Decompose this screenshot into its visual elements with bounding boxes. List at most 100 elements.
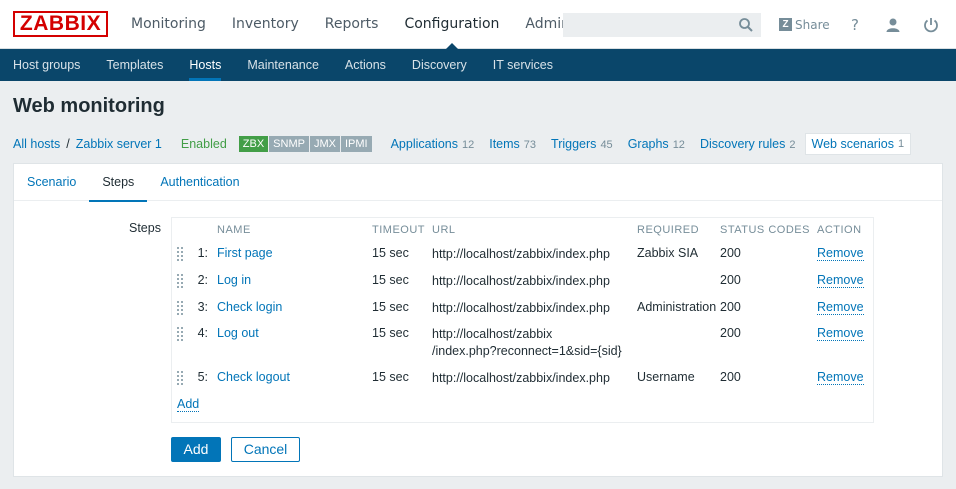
step-url: http://localhost/zabbix /index.php?recon…	[432, 326, 632, 360]
drag-handle-icon[interactable]	[176, 326, 184, 344]
sub-nav: Host groups Templates Hosts Maintenance …	[0, 49, 956, 81]
main-nav-configuration[interactable]: Configuration	[391, 0, 512, 49]
step-timeout: 15 sec	[372, 246, 409, 260]
column-header-required: REQUIRED	[637, 224, 700, 236]
breadcrumb-all-hosts[interactable]: All hosts	[13, 137, 60, 151]
step-timeout: 15 sec	[372, 273, 409, 287]
main-nav-monitoring[interactable]: Monitoring	[118, 0, 219, 49]
remove-step-button[interactable]: Remove	[817, 370, 864, 385]
web-scenarios-count: 1	[897, 138, 905, 150]
add-step-link[interactable]: Add	[177, 397, 200, 412]
share-label: Share	[795, 17, 830, 32]
step-url-line: http://localhost/zabbix/index.php	[432, 274, 610, 288]
snmp-badge: SNMP	[269, 136, 309, 152]
main-nav-reports[interactable]: Reports	[312, 0, 392, 49]
drag-handle-icon[interactable]	[176, 273, 184, 291]
drag-handle-icon[interactable]	[176, 300, 184, 318]
share-link[interactable]: Z Share	[779, 0, 830, 49]
sub-nav-templates[interactable]: Templates	[93, 49, 176, 81]
step-timeout: 15 sec	[372, 300, 409, 314]
step-number: 1:	[197, 246, 208, 260]
sub-nav-actions[interactable]: Actions	[332, 49, 399, 81]
column-header-status-codes: STATUS CODES	[720, 224, 810, 236]
steps-table: NAME TIMEOUT URL REQUIRED STATUS CODES A…	[171, 217, 874, 423]
tab-scenario[interactable]: Scenario	[14, 164, 89, 201]
step-url-line: /index.php?reconnect=1&sid={sid}	[432, 344, 622, 358]
profile-button[interactable]	[884, 0, 902, 49]
main-nav: Monitoring Inventory Reports Configurati…	[118, 0, 563, 49]
sub-nav-hosts[interactable]: Hosts	[176, 49, 234, 81]
triggers-link[interactable]: Triggers	[551, 137, 596, 151]
form-tabs: Scenario Steps Authentication	[14, 164, 942, 202]
step-name-link[interactable]: Log in	[217, 273, 251, 287]
drag-handle-icon[interactable]	[176, 246, 184, 264]
step-timeout: 15 sec	[372, 326, 409, 340]
add-button[interactable]: Add	[171, 437, 221, 462]
host-nav-discovery-rules[interactable]: Discovery rules 2	[700, 137, 796, 151]
discovery-rules-link[interactable]: Discovery rules	[700, 137, 785, 151]
sub-nav-discovery[interactable]: Discovery	[399, 49, 480, 81]
triggers-count: 45	[600, 139, 613, 151]
step-name-link[interactable]: Check logout	[217, 370, 290, 384]
remove-step-button[interactable]: Remove	[817, 326, 864, 341]
step-name-link[interactable]: Check login	[217, 300, 282, 314]
tab-steps[interactable]: Steps	[89, 164, 148, 202]
ipmi-badge: IPMI	[340, 136, 372, 152]
step-url-line: http://localhost/zabbix/index.php	[432, 301, 610, 315]
zabbix-logo[interactable]: ZABBIX	[13, 11, 108, 37]
step-url: http://localhost/zabbix/index.php	[432, 246, 632, 263]
remove-step-button[interactable]: Remove	[817, 300, 864, 315]
web-scenario-form: Scenario Steps Authentication Steps NAME…	[13, 163, 943, 477]
sub-nav-it-services[interactable]: IT services	[480, 49, 566, 81]
web-scenarios-link[interactable]: Web scenarios	[812, 137, 894, 151]
column-header-action: ACTION	[817, 224, 862, 236]
step-url: http://localhost/zabbix/index.php	[432, 370, 632, 387]
help-button[interactable]: ?	[846, 0, 864, 49]
cancel-button[interactable]: Cancel	[231, 437, 300, 462]
main-nav-inventory[interactable]: Inventory	[219, 0, 312, 49]
remove-step-button[interactable]: Remove	[817, 246, 864, 261]
jmx-badge: JMX	[309, 136, 340, 152]
step-status-codes: 200	[720, 246, 741, 260]
step-status-codes: 200	[720, 326, 741, 340]
step-number: 3:	[197, 300, 208, 314]
tab-authentication[interactable]: Authentication	[147, 164, 252, 201]
step-name-link[interactable]: First page	[217, 246, 273, 260]
host-nav-applications[interactable]: Applications 12	[391, 137, 475, 151]
step-url: http://localhost/zabbix/index.php	[432, 300, 632, 317]
host-nav-web-scenarios[interactable]: Web scenarios 1	[804, 133, 912, 155]
sub-nav-host-groups[interactable]: Host groups	[0, 49, 93, 81]
graphs-count: 12	[672, 139, 685, 151]
step-status-codes: 200	[720, 300, 741, 314]
applications-link[interactable]: Applications	[391, 137, 458, 151]
logout-button[interactable]	[922, 0, 940, 49]
top-header: ZABBIX Monitoring Inventory Reports Conf…	[0, 0, 956, 49]
step-required: Administration	[637, 300, 717, 314]
page-title: Web monitoring	[13, 95, 165, 117]
sub-nav-maintenance[interactable]: Maintenance	[234, 49, 332, 81]
step-status-codes: 200	[720, 370, 741, 384]
step-url-line: http://localhost/zabbix	[432, 327, 553, 341]
graphs-link[interactable]: Graphs	[628, 137, 669, 151]
breadcrumb-host[interactable]: Zabbix server 1	[76, 137, 162, 151]
column-header-timeout: TIMEOUT	[372, 224, 425, 236]
main-nav-administration[interactable]: Administration	[512, 0, 563, 49]
step-name-link[interactable]: Log out	[217, 326, 259, 340]
host-nav-items[interactable]: Items 73	[489, 137, 536, 151]
host-nav-triggers[interactable]: Triggers 45	[551, 137, 613, 151]
drag-handle-icon[interactable]	[176, 370, 184, 388]
step-timeout: 15 sec	[372, 370, 409, 384]
column-header-name: NAME	[217, 224, 251, 236]
remove-step-button[interactable]: Remove	[817, 273, 864, 288]
power-icon	[924, 17, 938, 32]
host-navigation: All hosts / Zabbix server 1 Enabled ZBX …	[13, 133, 926, 155]
column-header-url: URL	[432, 224, 456, 236]
host-status: Enabled	[180, 137, 227, 151]
step-number: 5:	[197, 370, 208, 384]
items-link[interactable]: Items	[489, 137, 520, 151]
zbx-badge: ZBX	[238, 136, 269, 152]
search-input[interactable]	[563, 13, 761, 37]
host-nav-graphs[interactable]: Graphs 12	[628, 137, 685, 151]
question-mark-icon: ?	[851, 15, 859, 34]
search-icon[interactable]	[738, 17, 754, 33]
